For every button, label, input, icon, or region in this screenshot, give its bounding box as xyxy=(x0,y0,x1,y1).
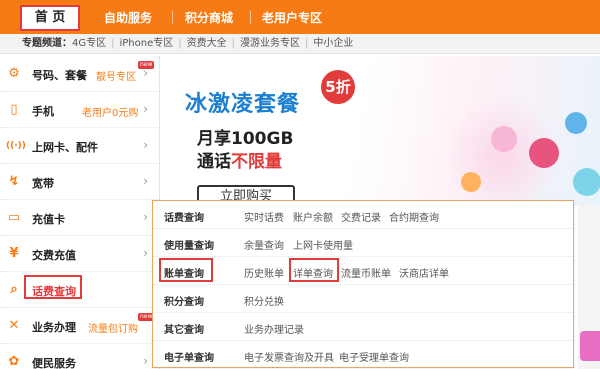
dropdown-row-points: 积分查询 积分兑换 xyxy=(153,285,573,313)
banner-line-data: 月享100GB xyxy=(197,129,294,149)
banner-line-voice-highlight: 不限量 xyxy=(231,152,282,172)
highlight-box-statement xyxy=(159,258,213,282)
dropdown-row-statement: 账单查询 历史账单 详单查询 流量币账单 沃商店详单 xyxy=(153,257,573,285)
sidebar-item-business[interactable]: ✕ 业务办理 流量包订购 new xyxy=(0,308,160,344)
banner-line-voice: 通话不限量 xyxy=(197,147,282,172)
channel-link-tariffs[interactable]: 资费大全 xyxy=(187,38,227,49)
dropdown-category: 话费查询 xyxy=(164,213,204,224)
channel-link-roaming[interactable]: 漫游业务专区 xyxy=(240,38,300,49)
dropdown-link[interactable]: 余量查询 xyxy=(244,237,284,252)
sidebar-item-phone[interactable]: ▯ 手机 老用户0元购 › xyxy=(0,92,160,128)
sidebar-item-label: 交费充值 xyxy=(32,249,76,262)
dropdown-link[interactable]: 业务办理记录 xyxy=(244,321,304,336)
channel-link-iphone[interactable]: iPhone专区 xyxy=(120,38,174,49)
dropdown-row-usage: 使用量查询 余量查询 上网卡使用量 xyxy=(153,229,573,257)
sidebar-item-data-card[interactable]: ((·)) 上网卡、配件 › xyxy=(0,128,160,164)
top-nav: 首 页 自助服务 积分商城 老用户专区 xyxy=(0,0,600,34)
phone-icon: ▯ xyxy=(10,102,18,117)
dropdown-link[interactable]: 上网卡使用量 xyxy=(293,237,353,252)
sidebar-item-label: 上网卡、配件 xyxy=(32,141,98,154)
dropdown-row-other: 其它查询 业务办理记录 xyxy=(153,313,573,341)
sidebar-item-promo[interactable]: 靓号专区 xyxy=(96,68,136,83)
chevron-right-icon: › xyxy=(143,174,148,188)
sidebar-item-promo[interactable]: 老用户0元购 xyxy=(82,104,138,119)
channel-link-sme[interactable]: 中小企业 xyxy=(313,38,353,49)
sidebar-item-label: 手机 xyxy=(32,105,54,118)
bill-query-dropdown: 话费查询 实时话费 账户余额 交费记录 合约期查询 使用量查询 余量查询 上网卡… xyxy=(152,200,574,368)
dropdown-link[interactable]: 实时话费 xyxy=(244,209,284,224)
dropdown-link[interactable]: 合约期查询 xyxy=(389,209,439,224)
banner-decoration xyxy=(461,172,481,192)
banner-decoration xyxy=(573,168,600,196)
nav-divider xyxy=(172,11,173,24)
dropdown-category: 其它查询 xyxy=(164,325,204,336)
promo-banner[interactable]: 冰激凌套餐 5折 月享100GB 通话不限量 立即购买 xyxy=(161,56,600,206)
service-icon: ✿ xyxy=(8,354,20,369)
yuan-icon: ¥ xyxy=(9,246,19,261)
sidebar-item-convenience[interactable]: ✿ 便民服务 › xyxy=(0,344,160,369)
nav-self-service[interactable]: 自助服务 xyxy=(104,9,152,27)
card-icon: ▭ xyxy=(7,210,21,225)
nav-points-mall[interactable]: 积分商城 xyxy=(185,9,233,27)
banner-title: 冰激凌套餐 xyxy=(185,92,301,117)
dropdown-category: 积分查询 xyxy=(164,297,204,308)
nav-divider xyxy=(250,11,251,24)
channel-divider: | xyxy=(231,38,236,49)
chevron-right-icon: › xyxy=(143,210,148,224)
dropdown-link[interactable]: 流量币账单 xyxy=(341,265,391,280)
sidebar-item-promo[interactable]: 流量包订购 xyxy=(88,320,138,335)
dropdown-link[interactable]: 账户余额 xyxy=(293,209,333,224)
channel-label: 专题频道： xyxy=(22,38,72,49)
chevron-right-icon: › xyxy=(143,102,148,116)
tools-icon: ✕ xyxy=(8,318,20,333)
chevron-right-icon: › xyxy=(143,354,148,368)
nav-old-user[interactable]: 老用户专区 xyxy=(262,9,322,27)
sidebar-item-label: 号码、套餐 xyxy=(32,69,87,82)
sidebar-item-topup-card[interactable]: ▭ 充值卡 › xyxy=(0,200,160,236)
channel-divider: | xyxy=(305,38,309,49)
dropdown-link[interactable]: 电子发票查询及开具 xyxy=(244,349,334,364)
dropdown-link[interactable]: 积分兑换 xyxy=(244,293,284,308)
chevron-right-icon: › xyxy=(143,138,148,152)
dropdown-category: 电子单查询 xyxy=(164,353,214,364)
sidebar-item-label: 业务办理 xyxy=(32,321,76,334)
sidebar-item-label: 充值卡 xyxy=(32,213,65,226)
channel-divider: | xyxy=(111,38,115,49)
channel-divider: | xyxy=(178,38,182,49)
dropdown-link[interactable]: 沃商店详单 xyxy=(399,265,449,280)
sidebar-item-payment[interactable]: ¥ 交费充值 › xyxy=(0,236,160,272)
wireless-icon: ((·)) xyxy=(6,141,26,151)
chevron-right-icon: › xyxy=(143,246,148,260)
category-sidebar: ⚙ 号码、套餐 靓号专区 new › ▯ 手机 老用户0元购 › ((·)) 上… xyxy=(0,56,160,369)
chevron-right-icon: › xyxy=(143,66,148,80)
dropdown-link[interactable]: 交费记录 xyxy=(341,209,381,224)
channel-link-4g[interactable]: 4G专区 xyxy=(72,38,106,49)
highlight-box-detail-bill xyxy=(289,258,339,282)
side-float-button[interactable] xyxy=(580,331,600,361)
banner-decoration xyxy=(565,112,587,134)
sidebar-item-label: 宽带 xyxy=(32,177,54,190)
search-icon: ⌕ xyxy=(10,282,18,297)
dropdown-category: 使用量查询 xyxy=(164,241,214,252)
broadband-icon: ↯ xyxy=(8,174,20,189)
banner-decoration xyxy=(491,126,517,152)
gift-icon xyxy=(529,138,559,168)
dropdown-link[interactable]: 历史账单 xyxy=(244,265,284,280)
gear-icon: ⚙ xyxy=(8,66,20,81)
nav-home-tab[interactable]: 首 页 xyxy=(20,5,80,31)
banner-line-voice-prefix: 通话 xyxy=(197,152,231,172)
dropdown-link[interactable]: 电子受理单查询 xyxy=(339,349,409,364)
highlight-box-bill-query xyxy=(24,275,82,299)
sidebar-item-broadband[interactable]: ↯ 宽带 › xyxy=(0,164,160,200)
right-edge-panel xyxy=(578,205,600,369)
topic-channel-bar: 专题频道：4G专区 | iPhone专区 | 资费大全 | 漫游业务专区 | 中小企业 xyxy=(0,34,600,54)
sidebar-item-label: 便民服务 xyxy=(32,357,76,369)
dropdown-row-bill: 话费查询 实时话费 账户余额 交费记录 合约期查询 xyxy=(153,201,573,229)
discount-badge: 5折 xyxy=(321,70,355,104)
dropdown-row-electronic: 电子单查询 电子发票查询及开具 电子受理单查询 xyxy=(153,341,573,369)
sidebar-item-number-plan[interactable]: ⚙ 号码、套餐 靓号专区 new › xyxy=(0,56,160,92)
